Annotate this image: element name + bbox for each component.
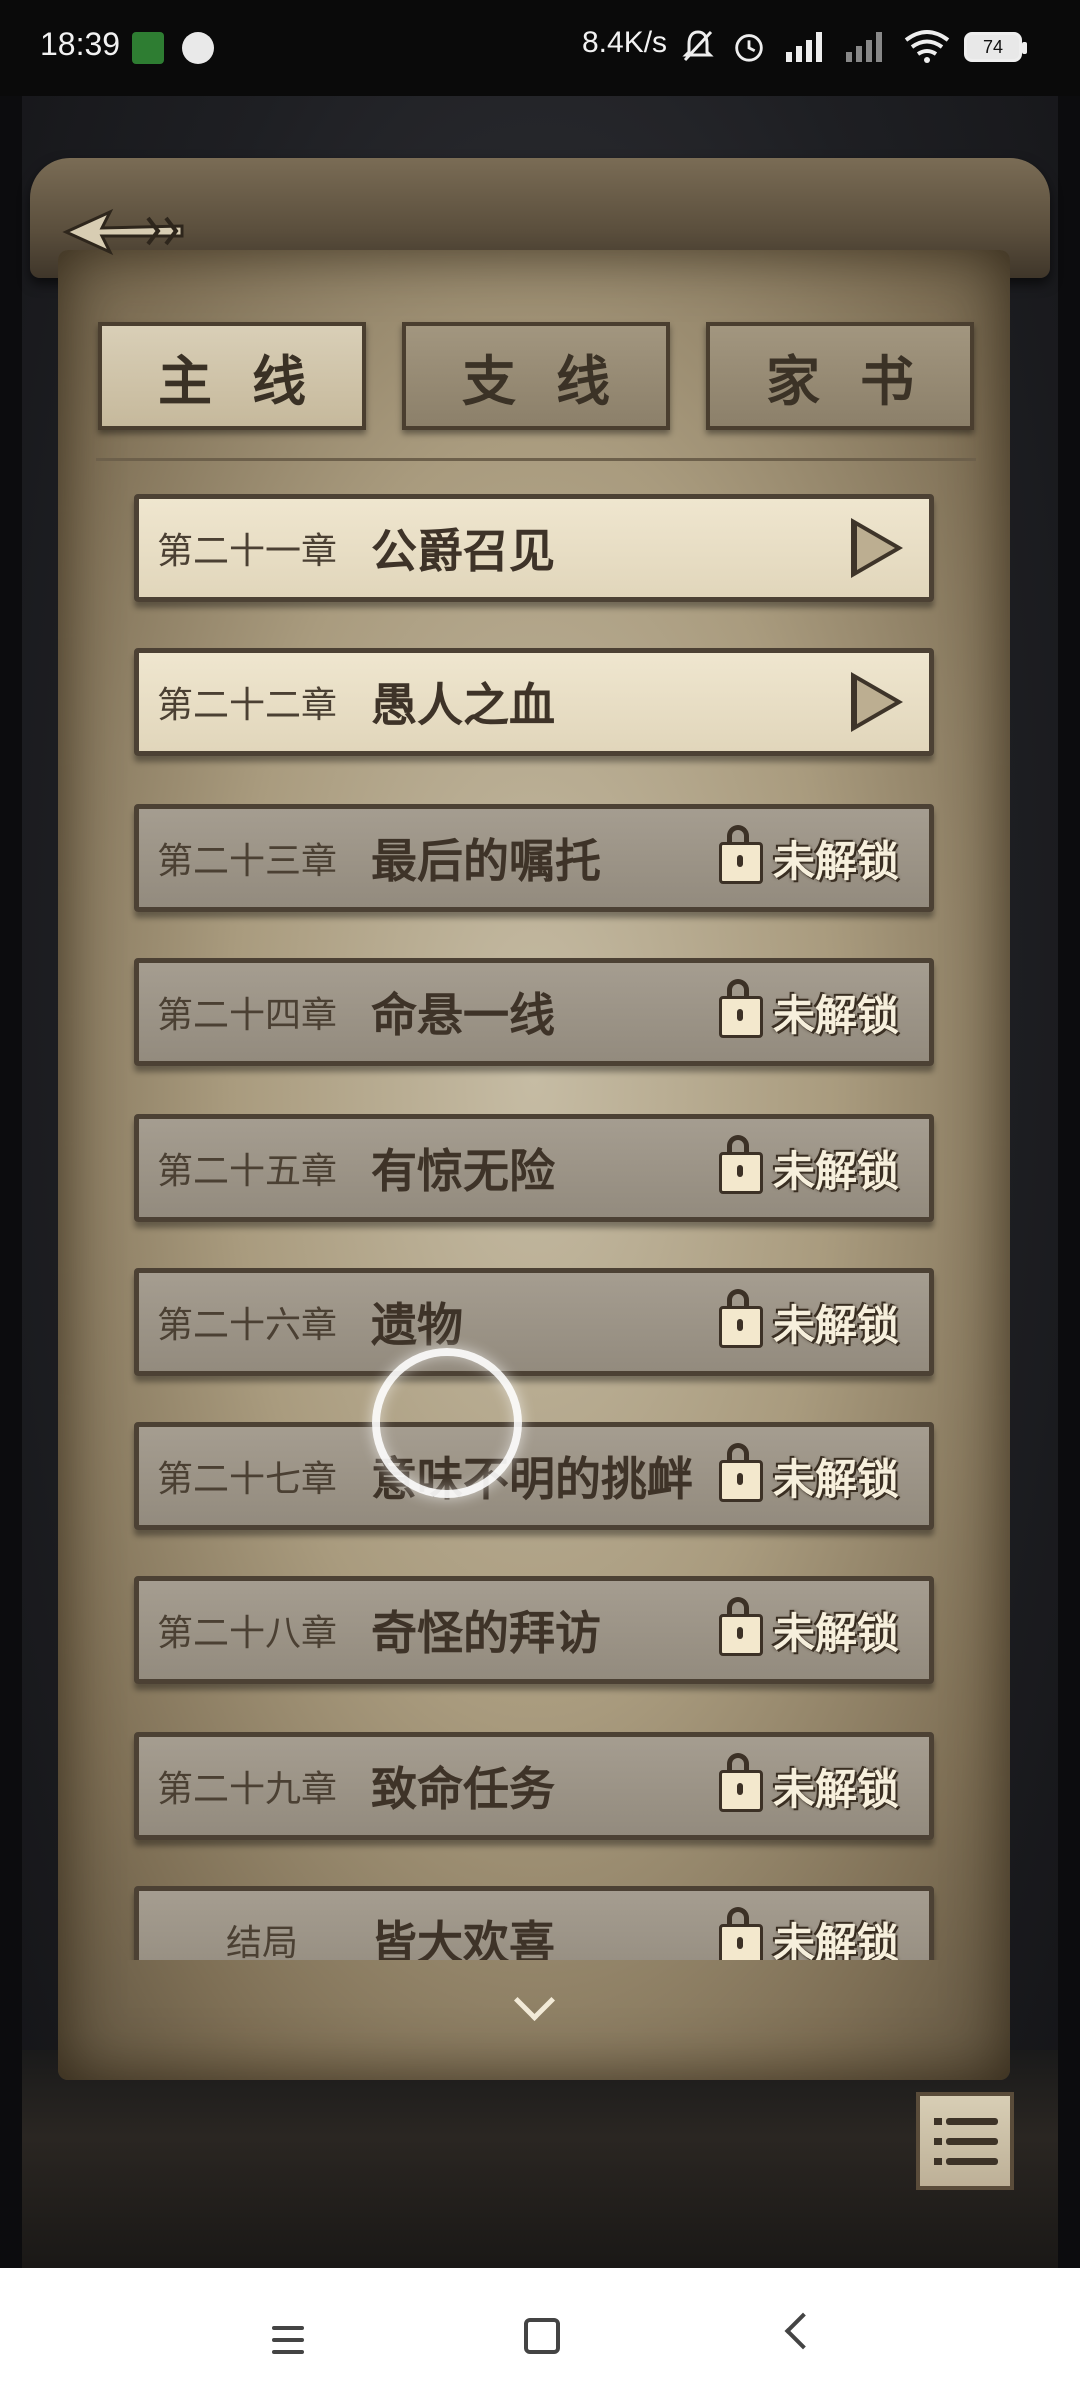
clock-notification-icon [182,32,214,64]
play-icon[interactable] [851,672,903,732]
list-icon-dot [934,2118,942,2125]
back-icon[interactable] [784,2312,822,2350]
lock-icon [718,1597,763,1656]
list-icon-dot [934,2138,942,2145]
locked-indicator: 未解锁 [718,1907,899,1961]
tab-side-story[interactable]: 支线 [402,322,670,430]
chapter-number: 结局 [225,1923,298,1960]
chapter-number: 第二十八章 [157,1613,338,1654]
chapter-row-25[interactable]: 第二十五章 有惊无险 未解锁 [134,1114,934,1222]
list-icon-dot [934,2158,942,2165]
touch-indicator [372,1348,522,1498]
play-icon[interactable] [851,518,903,578]
menu-icon[interactable] [272,2326,304,2362]
mute-icon [682,30,714,62]
arrow-back-icon[interactable] [58,196,188,266]
chapter-number: 第二十一章 [157,531,338,572]
chapter-row-26[interactable]: 第二十六章 遗物 未解锁 [134,1268,934,1376]
chapter-row-29[interactable]: 第二十九章 致命任务 未解锁 [134,1732,934,1840]
chapter-number: 第二十五章 [157,1151,338,1192]
chapter-number: 第二十七章 [157,1459,338,1500]
locked-label: 未解锁 [772,1146,899,1196]
locked-indicator: 未解锁 [718,1289,899,1353]
network-speed: 8.4K/s [582,26,668,59]
battery-icon: 74 [964,32,1027,62]
locked-label: 未解锁 [772,1608,899,1658]
list-icon-line [946,2138,998,2145]
locked-indicator: 未解锁 [718,1135,899,1199]
chapter-title: 命悬一线 [371,988,555,1042]
list-icon[interactable] [916,2092,1014,2190]
locked-label: 未解锁 [772,1300,899,1350]
locked-indicator: 未解锁 [718,1597,899,1661]
chapter-number: 第二十三章 [157,841,338,882]
chapter-title: 皆大欢喜 [371,1916,555,1960]
alarm-icon [735,34,763,62]
locked-label: 未解锁 [772,990,899,1040]
chapter-row-24[interactable]: 第二十四章 命悬一线 未解锁 [134,958,934,1066]
signal-hd-icon [786,32,822,62]
chapter-row-ending[interactable]: 结局 皆大欢喜 未解锁 [134,1886,934,1960]
chapter-number: 第二十四章 [157,995,338,1036]
chapter-row-23[interactable]: 第二十三章 最后的嘱托 未解锁 [134,804,934,912]
locked-label: 未解锁 [772,1918,899,1961]
chapter-number: 第二十九章 [157,1769,338,1810]
chapter-list[interactable]: 第二十一章 公爵召见 第二十二章 愚人之血 第二十三章 最后的嘱托 未解锁 第二… [120,488,940,1960]
chapter-title: 奇怪的拜访 [371,1606,601,1660]
notification-app-icon [132,32,164,64]
lock-icon [718,1907,763,1960]
list-icon-line [946,2158,998,2165]
tab-main-story[interactable]: 主线 [98,322,366,430]
wifi-icon [904,30,950,63]
lock-icon [718,1135,763,1194]
tab-letters[interactable]: 家书 [706,322,974,430]
lock-icon [718,1289,763,1348]
tab-divider [96,458,976,461]
locked-indicator: 未解锁 [718,1753,899,1817]
locked-label: 未解锁 [772,1454,899,1504]
locked-indicator: 未解锁 [718,825,899,889]
lock-icon [718,1443,763,1502]
list-icon-line [946,2118,998,2125]
chapter-row-27[interactable]: 第二十七章 意味不明的挑衅 未解锁 [134,1422,934,1530]
locked-indicator: 未解锁 [718,1443,899,1507]
chapter-row-22[interactable]: 第二十二章 愚人之血 [134,648,934,756]
lock-icon [718,979,763,1038]
chapter-title: 有惊无险 [371,1144,555,1198]
lock-icon [718,1753,763,1812]
chapter-number: 第二十二章 [157,685,338,726]
chapter-title: 遗物 [371,1298,463,1352]
chapter-title: 致命任务 [371,1762,555,1816]
signal-weak-icon [846,32,882,62]
chapter-title: 愚人之血 [371,678,555,732]
locked-label: 未解锁 [772,1764,899,1814]
system-nav-bar [0,2268,1080,2400]
chapter-number: 第二十六章 [157,1305,338,1346]
lock-icon [718,825,763,884]
game-floor [22,2050,1058,2268]
chapter-row-21[interactable]: 第二十一章 公爵召见 [134,494,934,602]
chapter-title: 最后的嘱托 [371,834,601,888]
chapter-title: 公爵召见 [371,524,555,578]
home-icon[interactable] [524,2318,560,2354]
status-bar: 18:39 8.4K/s 74 [0,0,1080,96]
chapter-row-28[interactable]: 第二十八章 奇怪的拜访 未解锁 [134,1576,934,1684]
status-time: 18:39 [40,26,121,62]
locked-indicator: 未解锁 [718,979,899,1043]
locked-label: 未解锁 [772,836,899,886]
